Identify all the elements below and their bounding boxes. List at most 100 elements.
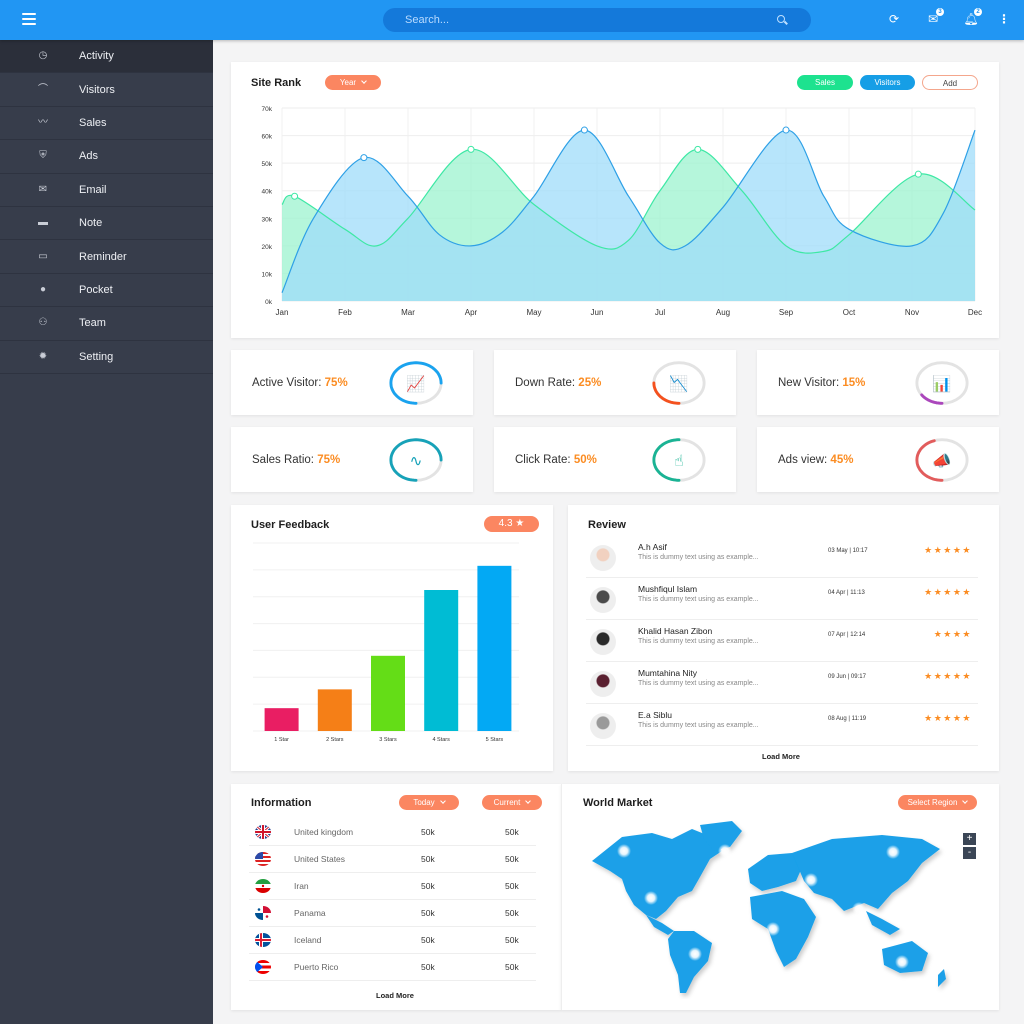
sidebar-item-sales[interactable]: 〰 Sales bbox=[0, 107, 213, 141]
shield-icon: ⛨ bbox=[39, 150, 47, 162]
stat-label: Active Visitor: 75% bbox=[252, 377, 348, 389]
star-rating: ★★★★★ bbox=[924, 587, 972, 597]
activity-icon: ◷ bbox=[38, 50, 48, 62]
current-value: 50k bbox=[505, 827, 519, 837]
stat-progress-ring: 📣 bbox=[915, 438, 969, 482]
site-rank-chart: 0k 10k 20k 30k 40k 50k 60k 70k Jan Feb Mar Apr May Ju… bbox=[262, 106, 983, 317]
sidebar-item-activity[interactable]: ◷ Activity bbox=[0, 40, 213, 74]
x-tick-label: Aug bbox=[716, 308, 730, 317]
mail-badge: 3 bbox=[936, 8, 944, 16]
information-load-more-button[interactable]: Load More bbox=[376, 991, 414, 1000]
review-item[interactable]: Khalid Hasan Zibon This is dummy text us… bbox=[586, 620, 978, 662]
x-tick-label: Oct bbox=[843, 308, 856, 317]
refresh-icon[interactable]: ⟳ bbox=[886, 11, 902, 27]
x-tick-label: Nov bbox=[905, 308, 919, 317]
review-date: 07 Apr | 12:14 bbox=[828, 632, 866, 638]
sidebar-item-label: Sales bbox=[79, 116, 107, 129]
today-label: Today bbox=[413, 798, 435, 807]
sidebar-item-label: Email bbox=[79, 183, 107, 196]
world-map[interactable] bbox=[582, 819, 962, 999]
information-row: Puerto Rico 50k 50k bbox=[249, 954, 536, 981]
map-zoom-in-button[interactable]: + bbox=[963, 833, 976, 845]
menu-icon[interactable] bbox=[22, 13, 36, 25]
map-marker bbox=[617, 844, 631, 858]
information-row: Panama 50k 50k bbox=[249, 900, 536, 927]
sidebar-item-pocket[interactable]: ● Pocket bbox=[0, 274, 213, 308]
x-tick-label: Feb bbox=[338, 308, 352, 317]
today-value: 50k bbox=[421, 827, 435, 837]
review-item[interactable]: E.a Siblu This is dummy text using as ex… bbox=[586, 704, 978, 746]
review-load-more-button[interactable]: Load More bbox=[762, 752, 800, 761]
stat-progress-ring: 📈 bbox=[389, 361, 443, 405]
y-tick-label: 30k bbox=[262, 216, 273, 223]
mail-icon[interactable]: ✉ 3 bbox=[925, 8, 944, 27]
map-marker bbox=[766, 922, 780, 936]
stat-value: 50% bbox=[573, 454, 597, 466]
stat-label: Sales Ratio: 75% bbox=[252, 454, 341, 466]
sidebar-item-label: Ads bbox=[79, 150, 98, 163]
today-dropdown[interactable]: Today bbox=[399, 795, 459, 810]
sidebar-item-email[interactable]: ✉ Email bbox=[0, 174, 213, 207]
sidebar-item-visitors[interactable]: ⌒ Visitors bbox=[0, 73, 213, 107]
reviewer-name: E.a Siblu bbox=[638, 710, 673, 720]
country-name: Iran bbox=[294, 881, 309, 891]
data-point-sales bbox=[694, 145, 702, 153]
map-marker bbox=[644, 891, 658, 905]
search-box bbox=[383, 8, 811, 32]
review-item[interactable]: A.h Asif This is dummy text using as exa… bbox=[586, 536, 978, 578]
select-region-dropdown[interactable]: Select Region bbox=[898, 795, 977, 810]
star-rating: ★★★★★ bbox=[924, 545, 972, 555]
map-zoom-out-button[interactable]: - bbox=[963, 847, 976, 859]
stat-progress-ring: 📊 bbox=[915, 361, 969, 405]
current-label: Current bbox=[493, 798, 521, 807]
reviewer-name: Mushfiqul Islam bbox=[638, 584, 698, 594]
user-feedback-card: User Feedback 4.3 ★ 1 Star 2 Stars 3 Stars… bbox=[231, 505, 553, 771]
line-nodes-icon: ∿ bbox=[410, 453, 423, 470]
star-rating: ★★★★★ bbox=[924, 671, 972, 681]
review-item[interactable]: Mumtahina Nity This is dummy text using … bbox=[586, 662, 978, 704]
visitors-icon: ⌒ bbox=[38, 83, 48, 95]
flag-puerto-rico-icon bbox=[255, 960, 271, 974]
sidebar-item-setting[interactable]: ✹ Setting bbox=[0, 341, 213, 374]
current-value: 50k bbox=[505, 962, 519, 972]
bar-1-star bbox=[264, 708, 299, 731]
x-tick-label: Mar bbox=[401, 308, 415, 317]
map-central-america bbox=[646, 915, 674, 935]
bar-label: 5 Stars bbox=[486, 737, 504, 743]
stat-label: Ads view: 45% bbox=[778, 454, 854, 466]
feedback-chart: 1 Star 2 Stars 3 Stars 4 Stars 5 Stars bbox=[253, 542, 519, 743]
stat-card: Active Visitor: 75% 📈 bbox=[231, 350, 473, 415]
search-input[interactable] bbox=[405, 8, 765, 32]
sidebar-item-team[interactable]: ⚇ Team bbox=[0, 307, 213, 341]
trending-up-icon: 〰 bbox=[38, 116, 48, 128]
data-point-visitors bbox=[360, 154, 368, 162]
stat-progress-ring: 📉 bbox=[652, 361, 706, 405]
country-name: Puerto Rico bbox=[294, 962, 339, 972]
review-item[interactable]: Mushfiqul Islam This is dummy text using… bbox=[586, 578, 978, 620]
sidebar-item-ads[interactable]: ⛨ Ads bbox=[0, 140, 213, 174]
stat-card: Down Rate: 25% 📉 bbox=[494, 350, 736, 415]
data-point-sales bbox=[291, 192, 299, 200]
today-value: 50k bbox=[421, 935, 435, 945]
avatar bbox=[590, 629, 616, 655]
calendar-icon: ▭ bbox=[38, 250, 48, 262]
current-dropdown[interactable]: Current bbox=[482, 795, 542, 810]
chart-decline-icon: 📉 bbox=[669, 375, 688, 393]
bar-label: 1 Star bbox=[274, 737, 289, 743]
x-tick-label: Jul bbox=[655, 308, 665, 317]
review-text: This is dummy text using as example... bbox=[638, 638, 759, 645]
search-icon[interactable] bbox=[777, 15, 785, 23]
information-card: Information Today Current United kingdom… bbox=[231, 784, 561, 1010]
data-point-sales bbox=[914, 170, 922, 178]
data-point-visitors bbox=[782, 126, 790, 134]
flag-panama-icon bbox=[255, 906, 271, 920]
sidebar-item-reminder[interactable]: ▭ Reminder bbox=[0, 240, 213, 274]
sidebar-item-note[interactable]: ▬ Note bbox=[0, 207, 213, 241]
stat-progress-ring: ☝ bbox=[652, 438, 706, 482]
more-vertical-icon[interactable]: ⋮ bbox=[996, 11, 1012, 27]
data-point-visitors bbox=[580, 126, 588, 134]
flag-us-icon bbox=[255, 852, 271, 866]
notification-icon[interactable]: 🔔︎ 2 bbox=[963, 8, 982, 27]
email-icon: ✉ bbox=[38, 183, 48, 195]
data-point-sales bbox=[467, 145, 475, 153]
